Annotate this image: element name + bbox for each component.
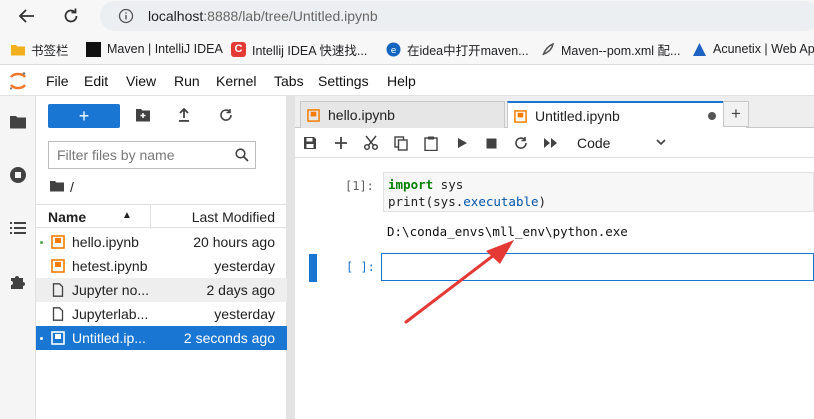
column-modified-header[interactable]: Last Modified bbox=[192, 209, 275, 225]
activity-bar bbox=[0, 96, 36, 419]
table-of-contents-icon[interactable] bbox=[8, 218, 28, 238]
running-sessions-icon[interactable] bbox=[8, 165, 28, 185]
new-folder-icon[interactable] bbox=[134, 106, 152, 124]
menu-bar: File Edit View Run Kernel Tabs Settings … bbox=[0, 66, 814, 96]
edge-icon: e bbox=[386, 42, 401, 57]
acunetix-icon bbox=[692, 42, 707, 57]
restart-kernel-icon[interactable] bbox=[512, 134, 530, 152]
url-text[interactable]: localhost:8888/lab/tree/Untitled.ipynb bbox=[148, 8, 378, 24]
info-icon[interactable] bbox=[118, 8, 134, 27]
interrupt-kernel-icon[interactable] bbox=[482, 134, 500, 152]
tab-hello-ipynb[interactable]: hello.ipynb bbox=[300, 101, 505, 128]
file-row-jupyterlab[interactable]: Jupyterlab... yesterday bbox=[36, 302, 287, 326]
file-list-header: Name ▲ Last Modified bbox=[36, 204, 287, 229]
file-browser-panel: + / Name ▲ Last Modified hello.ipynb 20 … bbox=[36, 96, 287, 419]
breadcrumb-root[interactable]: / bbox=[70, 179, 74, 195]
copy-icon[interactable] bbox=[392, 134, 410, 152]
menu-run[interactable]: Run bbox=[174, 73, 200, 89]
file-icon bbox=[51, 307, 65, 321]
panel-resize-handle[interactable] bbox=[287, 96, 295, 419]
menu-tabs[interactable]: Tabs bbox=[274, 73, 304, 89]
breadcrumb: / bbox=[50, 178, 74, 196]
bookmark-maven-intellij[interactable]: Maven | IntelliJ IDEA bbox=[86, 40, 223, 58]
notebook-icon bbox=[514, 109, 527, 123]
notebook-icon bbox=[307, 108, 320, 122]
running-indicator bbox=[40, 337, 43, 340]
unsaved-changes-dot-icon[interactable] bbox=[708, 112, 716, 120]
address-bar[interactable]: localhost:8888/lab/tree/Untitled.ipynb bbox=[100, 1, 814, 31]
bookmark-idea-maven[interactable]: e 在idea中打开maven... bbox=[386, 40, 529, 58]
bookmark-folder[interactable]: 书签栏 bbox=[10, 40, 69, 58]
new-launcher-button[interactable]: + bbox=[48, 104, 120, 128]
menu-settings[interactable]: Settings bbox=[318, 73, 369, 89]
sort-ascending-icon: ▲ bbox=[122, 210, 132, 221]
add-tab-button[interactable]: + bbox=[723, 101, 749, 127]
bookmark-acunetix[interactable]: Acunetix | Web App bbox=[692, 40, 814, 58]
filter-files-input[interactable] bbox=[57, 147, 227, 163]
notebook-panel: [1]: import sys print(sys.executable) D:… bbox=[295, 158, 814, 419]
notebook-icon bbox=[51, 331, 65, 345]
input-prompt: [1]: bbox=[345, 179, 374, 193]
save-icon[interactable] bbox=[301, 134, 319, 152]
search-icon bbox=[235, 148, 249, 165]
active-code-cell-editor[interactable] bbox=[381, 253, 814, 281]
feather-icon bbox=[540, 42, 555, 57]
column-divider bbox=[150, 205, 151, 229]
active-cell-collapser[interactable] bbox=[309, 254, 317, 282]
upload-icon[interactable] bbox=[175, 106, 193, 124]
menu-kernel[interactable]: Kernel bbox=[216, 73, 256, 89]
file-browser-tab-icon[interactable] bbox=[8, 112, 28, 132]
file-row-hetest[interactable]: hetest.ipynb yesterday bbox=[36, 254, 287, 278]
running-indicator bbox=[40, 241, 43, 244]
menu-help[interactable]: Help bbox=[387, 73, 416, 89]
filter-files-input-wrapper bbox=[48, 141, 256, 169]
c-brand-icon: C bbox=[231, 41, 246, 57]
tab-untitled-ipynb[interactable]: Untitled.ipynb bbox=[507, 101, 747, 129]
folder-icon bbox=[10, 42, 25, 57]
chevron-down-icon bbox=[655, 135, 667, 151]
file-row-untitled[interactable]: Untitled.ip... 2 seconds ago bbox=[36, 326, 287, 350]
notebook-toolbar: Code bbox=[295, 128, 814, 158]
menu-view[interactable]: View bbox=[126, 73, 156, 89]
extensions-puzzle-icon[interactable] bbox=[8, 271, 28, 291]
notebook-icon bbox=[51, 235, 65, 249]
menu-file[interactable]: File bbox=[46, 73, 69, 89]
paste-icon[interactable] bbox=[422, 134, 440, 152]
reload-button[interactable] bbox=[58, 4, 84, 28]
browser-toolbar: localhost:8888/lab/tree/Untitled.ipynb bbox=[0, 0, 814, 33]
code-cell-editor[interactable]: import sys print(sys.executable) bbox=[383, 172, 814, 212]
insert-cell-icon[interactable] bbox=[332, 134, 350, 152]
run-cell-icon[interactable] bbox=[453, 134, 471, 152]
svg-text:e: e bbox=[391, 46, 397, 56]
file-row-jupyter-notes[interactable]: Jupyter no... 2 days ago bbox=[36, 278, 287, 302]
home-folder-icon[interactable] bbox=[50, 179, 64, 195]
input-prompt: [ ]: bbox=[346, 260, 375, 274]
reload-icon bbox=[64, 8, 78, 23]
menu-edit[interactable]: Edit bbox=[84, 73, 108, 89]
refresh-icon[interactable] bbox=[217, 106, 235, 124]
file-icon bbox=[51, 283, 65, 297]
notebook-icon bbox=[51, 259, 65, 273]
bookmark-intellij-quick[interactable]: C Intellij IDEA 快速找... bbox=[231, 40, 367, 58]
column-name-header[interactable]: Name bbox=[48, 209, 86, 225]
cell-type-select[interactable]: Code bbox=[577, 133, 667, 153]
back-button[interactable] bbox=[14, 4, 40, 28]
intellij-icon bbox=[86, 41, 101, 57]
code-line: print(sys.executable) bbox=[388, 194, 547, 209]
tab-bar: hello.ipynb Untitled.ipynb + bbox=[295, 96, 814, 129]
restart-run-all-icon[interactable] bbox=[542, 134, 560, 152]
jupyter-logo-icon bbox=[8, 71, 28, 94]
cut-icon[interactable] bbox=[362, 134, 380, 152]
arrow-left-icon bbox=[18, 9, 34, 23]
document-area: hello.ipynb Untitled.ipynb + Code [1]: i… bbox=[295, 96, 814, 419]
code-line: import sys bbox=[388, 177, 464, 192]
bookmarks-bar: 书签栏 Maven | IntelliJ IDEA C Intellij IDE… bbox=[0, 33, 814, 65]
file-row-hello[interactable]: hello.ipynb 20 hours ago bbox=[36, 230, 287, 254]
cell-output: D:\conda_envs\mll_env\python.exe bbox=[387, 224, 628, 239]
bookmark-pom-xml[interactable]: Maven--pom.xml 配... bbox=[540, 40, 680, 58]
